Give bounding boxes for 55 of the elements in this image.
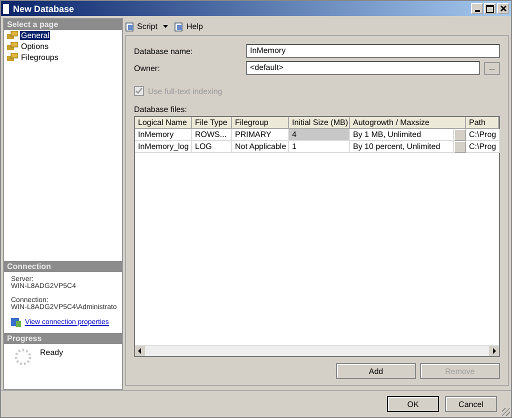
document-icon <box>125 22 135 32</box>
spinner-icon <box>14 348 32 366</box>
minimize-button[interactable] <box>471 3 483 14</box>
owner-field[interactable]: <default> <box>246 61 480 75</box>
table-cell: 1 <box>289 141 350 153</box>
files-label: Database files: <box>134 105 188 114</box>
table-cell: LOG <box>192 141 232 153</box>
window-title: New Database <box>13 4 76 14</box>
table-cell: C:\Prog <box>466 129 500 141</box>
scroll-right-icon <box>489 346 499 356</box>
scroll-left-icon <box>135 346 145 356</box>
section-header: Progress <box>4 333 122 344</box>
table-cell: InMemory <box>135 129 192 141</box>
maximize-button[interactable] <box>484 3 496 14</box>
table-cell: Not Applicable <box>232 141 289 153</box>
window-icon <box>3 4 9 14</box>
cell-button[interactable] <box>454 129 466 141</box>
help-button[interactable]: Help <box>174 22 203 32</box>
cell-button[interactable] <box>454 141 466 153</box>
close-button[interactable] <box>497 3 509 14</box>
table-cell: ROWS... <box>192 129 232 141</box>
page-item[interactable]: Filegroups <box>20 53 60 62</box>
table-cell: InMemory_log <box>135 141 192 153</box>
dropdown-icon <box>163 25 168 28</box>
page-icon <box>7 53 18 62</box>
checkbox-label: Use full-text indexing <box>148 86 222 96</box>
column-header[interactable]: Path <box>466 117 499 129</box>
cancel-button[interactable]: Cancel <box>445 396 497 412</box>
table-cell: C:\Prog <box>466 141 500 153</box>
page-icon <box>7 31 18 40</box>
column-header[interactable]: File Type <box>192 117 232 129</box>
table-cell: 4 <box>289 129 350 141</box>
column-header[interactable]: Logical Name <box>135 117 192 129</box>
column-header[interactable]: Initial Size (MB) <box>289 117 350 129</box>
document-icon <box>174 22 184 32</box>
table-cell: By 1 MB, Unlimited <box>350 129 454 141</box>
horizontal-scrollbar[interactable] <box>135 345 499 356</box>
ok-button[interactable]: OK <box>387 396 439 412</box>
section-header: Select a page <box>4 19 122 30</box>
close-icon <box>500 5 506 12</box>
column-header[interactable]: Autogrowth / Maxsize <box>350 117 466 129</box>
name-label: Database name: <box>134 46 194 56</box>
properties-icon <box>11 317 21 327</box>
section-header: Connection <box>4 261 122 272</box>
page-icon <box>7 42 18 51</box>
table-cell: By 10 percent, Unlimited <box>350 141 454 153</box>
page-item[interactable]: Options <box>20 42 50 51</box>
progress-status: Ready <box>40 348 64 357</box>
resize-grip[interactable] <box>502 408 510 416</box>
page-item[interactable]: General <box>20 31 50 40</box>
script-button[interactable]: Script <box>125 22 168 32</box>
column-header[interactable]: Filegroup <box>232 117 289 129</box>
name-field[interactable]: InMemory <box>246 44 500 58</box>
action-button[interactable]: Add <box>336 363 416 379</box>
owner-label: Owner: <box>134 64 161 72</box>
